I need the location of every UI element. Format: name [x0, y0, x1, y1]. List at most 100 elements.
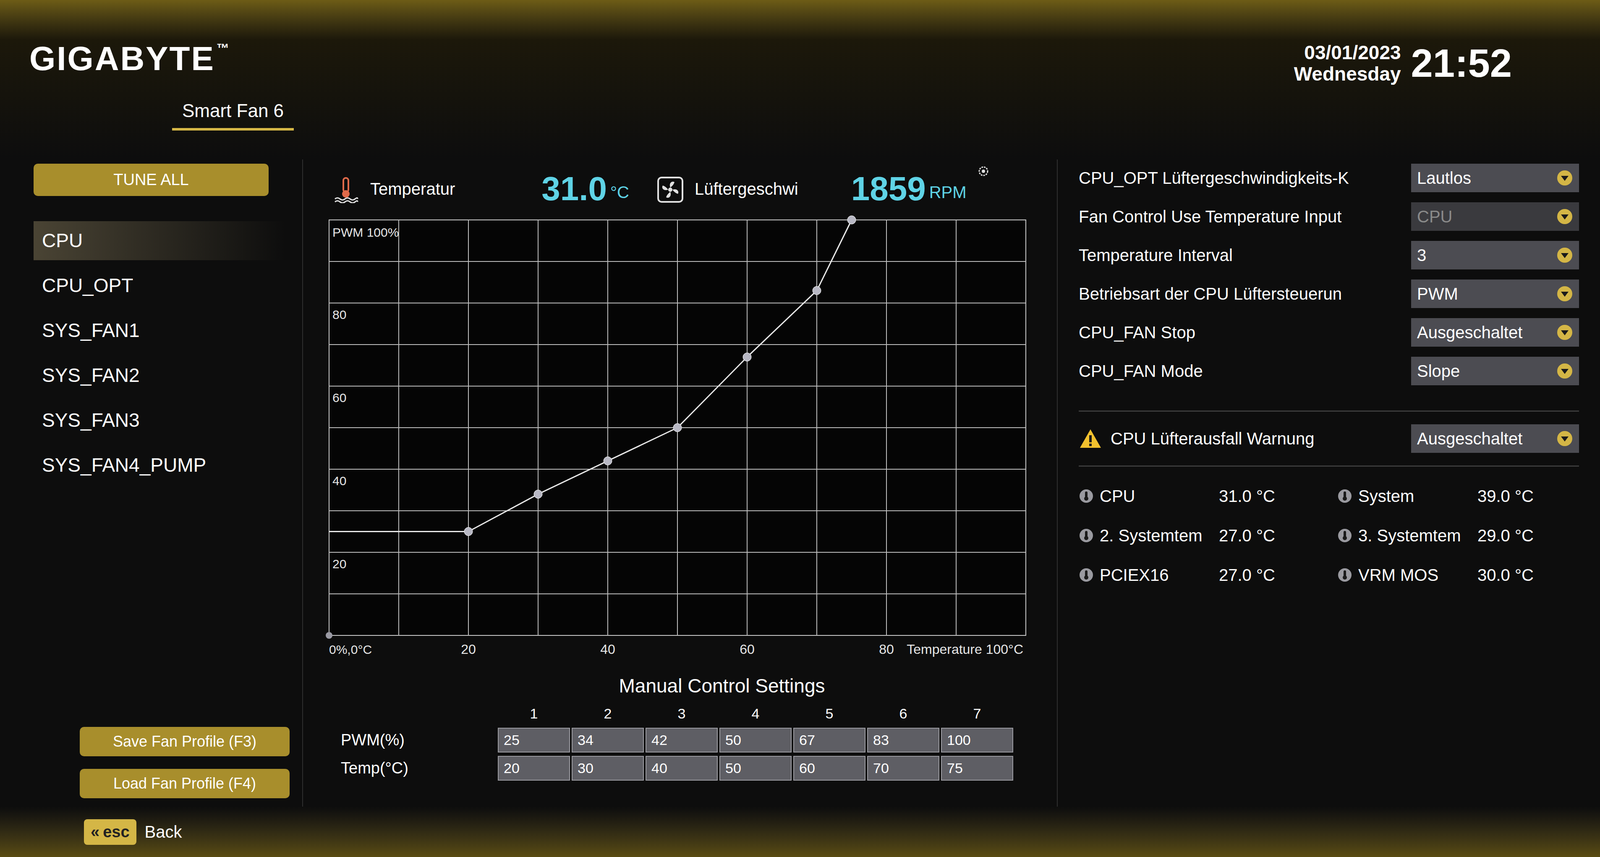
value-field[interactable]: 70: [867, 755, 940, 781]
curve-segment: [816, 219, 852, 291]
value-field[interactable]: 50: [719, 755, 792, 781]
chevron-down-icon: [1556, 208, 1574, 225]
setting-label: Betriebsart der CPU Lüftersteuerun: [1078, 281, 1342, 307]
warning-icon: [1078, 428, 1103, 450]
fan-settings: CPU_OPT Lüftergeschwindigkeits-K Lautlos F…: [1078, 163, 1580, 386]
setting-row: Betriebsart der CPU Lüftersteuerun PWM: [1078, 279, 1580, 309]
esc-key-arrows: «: [90, 820, 100, 845]
tab-bar: Smart Fan 6: [29, 96, 1571, 131]
curve-segment: [538, 460, 608, 495]
warning-label-group: CPU Lüfterausfall Warnung: [1078, 426, 1315, 452]
manual-table: 1234567PWM(%)253442506783100Temp(°C)2030…: [324, 703, 1036, 781]
curve-point[interactable]: [812, 286, 821, 295]
fan-list-item[interactable]: SYS_FAN2: [33, 355, 286, 395]
curve-point[interactable]: [847, 215, 856, 225]
bios-screen: GIGABYTE™ 03/01/2023Wednesday21:52 Smart…: [0, 0, 1600, 857]
value-field[interactable]: 67: [793, 727, 866, 753]
setting-dropdown[interactable]: Slope: [1411, 356, 1580, 386]
sensor-label: CPU: [1099, 483, 1214, 509]
value-field[interactable]: 25: [497, 727, 570, 753]
sensor-reading: CPU31.0 °C: [1078, 483, 1321, 509]
load-profile-button[interactable]: Load Fan Profile (F4): [79, 768, 290, 799]
thermometer-icon: [1078, 528, 1094, 544]
fan-list: CPU CPU_OPT SYS_FAN1SYS_FAN2 SYS_FAN3 SYS_FA…: [33, 221, 286, 485]
curve-point[interactable]: [742, 352, 752, 362]
clock: 03/01/2023Wednesday21:52: [1294, 41, 1571, 85]
curve-point[interactable]: [464, 527, 473, 536]
column-header: 5: [793, 703, 866, 725]
warning-dropdown[interactable]: Ausgeschaltet: [1411, 424, 1580, 453]
thermometer-icon: [332, 176, 360, 204]
back-label[interactable]: Back: [144, 819, 183, 845]
chevron-down-icon: [1556, 169, 1574, 187]
sensor-label: PCIEX16: [1099, 562, 1214, 588]
setting-label: CPU_OPT Lüftergeschwindigkeits-K: [1078, 165, 1350, 191]
fan-speed-label: Lüftergeschwi: [694, 176, 799, 202]
fan-curve-panel: Temperatur31.0°CLüftergeschwi1859RPMPWM …: [302, 159, 1058, 807]
time: 21:52: [1411, 43, 1512, 84]
fan-list-item[interactable]: SYS_FAN4_PUMP: [33, 445, 286, 485]
plot-area: [329, 219, 1026, 636]
column-header: 7: [941, 703, 1014, 725]
manual-title: Manual Control Settings: [324, 671, 1036, 701]
fan-list-item[interactable]: CPU: [33, 221, 286, 261]
curve-point[interactable]: [533, 489, 543, 499]
grid-line: [329, 261, 1026, 262]
separator: [1078, 410, 1580, 412]
x-tick: 20: [460, 641, 476, 657]
curve-segment: [468, 494, 539, 532]
column-header: 2: [571, 703, 644, 725]
setting-row: Fan Control Use Temperature InputCPU: [1078, 202, 1580, 231]
setting-dropdown[interactable]: PWM: [1411, 279, 1580, 309]
grid-line: [746, 219, 748, 636]
curve-segment: [677, 357, 748, 428]
value-field[interactable]: 83: [867, 727, 940, 753]
y-tick: PWM 100%: [332, 225, 399, 240]
value-field[interactable]: 40: [645, 755, 718, 781]
setting-row: CPU_OPT Lüftergeschwindigkeits-K Lautlos: [1078, 163, 1580, 193]
sensor-value: 30.0 °C: [1477, 562, 1534, 588]
value-field[interactable]: 50: [719, 727, 792, 753]
value-field[interactable]: 100: [941, 727, 1014, 753]
setting-label: Temperature Interval: [1078, 242, 1233, 268]
column-header: 6: [867, 703, 940, 725]
sensor-label: System: [1358, 483, 1472, 509]
fan-list-item[interactable]: SYS_FAN1: [33, 311, 286, 351]
fan-list-panel: TUNE ALL CPU CPU_OPT SYS_FAN1SYS_FAN2 SYS_FA…: [0, 159, 303, 807]
setting-value: CPU: [1416, 203, 1453, 230]
row-label: Temp(°C): [336, 755, 497, 781]
grid-line: [955, 219, 957, 636]
tab[interactable]: Smart Fan 6: [172, 96, 294, 131]
fan-list-item[interactable]: CPU_OPT: [33, 266, 286, 306]
chevron-down-icon: [1556, 246, 1574, 264]
x-tick: Temperature 100°C: [906, 641, 1024, 657]
value-field[interactable]: 75: [941, 755, 1014, 781]
sensor-value: 27.0 °C: [1218, 522, 1276, 549]
sensor-label: 2. Systemtem: [1099, 522, 1214, 549]
value-field[interactable]: 20: [497, 755, 570, 781]
curve-segment: [329, 530, 469, 533]
setting-dropdown[interactable]: 3: [1411, 240, 1580, 270]
chevron-down-icon: [1556, 324, 1574, 341]
y-tick: 20: [332, 556, 347, 571]
value-field[interactable]: 60: [793, 755, 866, 781]
origin-point: [325, 632, 333, 639]
tune-all-button[interactable]: TUNE ALL: [33, 163, 269, 197]
setting-dropdown[interactable]: Ausgeschaltet: [1411, 318, 1580, 347]
footer: «esc Back: [0, 806, 1600, 857]
curve-point[interactable]: [673, 423, 682, 432]
setting-dropdown[interactable]: Lautlos: [1411, 163, 1580, 193]
sensor-label: 3. Systemtem: [1358, 522, 1472, 549]
value-field[interactable]: 42: [645, 727, 718, 753]
setting-dropdown: CPU: [1411, 202, 1580, 231]
curve-point[interactable]: [603, 456, 612, 466]
esc-key[interactable]: «esc: [83, 819, 137, 845]
fan-speed-unit: RPM: [929, 179, 967, 205]
fan-list-item[interactable]: SYS_FAN3: [33, 400, 286, 440]
y-tick: 40: [332, 473, 347, 488]
save-profile-button[interactable]: Save Fan Profile (F3): [79, 726, 290, 757]
setting-value: 3: [1416, 242, 1427, 268]
value-field[interactable]: 34: [571, 727, 644, 753]
value-field[interactable]: 30: [571, 755, 644, 781]
settings-panel: CPU_OPT Lüftergeschwindigkeits-K Lautlos F…: [1057, 159, 1600, 807]
